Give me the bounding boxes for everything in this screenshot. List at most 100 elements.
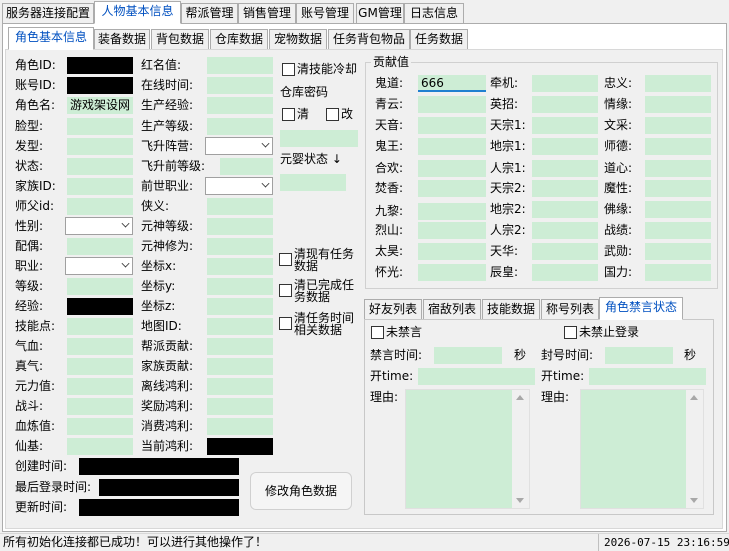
clear-task-time-checkbox[interactable] bbox=[279, 317, 292, 330]
subtab-pet[interactable]: 宠物数据 bbox=[269, 29, 327, 50]
yuanshen-cultivation-field[interactable] bbox=[207, 238, 273, 255]
clear-warehouse-pwd-checkbox[interactable] bbox=[282, 108, 295, 121]
renzong1-field[interactable] bbox=[532, 160, 598, 177]
family-id-field[interactable] bbox=[67, 178, 133, 195]
mute-reason-textarea[interactable] bbox=[405, 389, 530, 509]
subtab-task-data[interactable]: 任务数据 bbox=[410, 29, 468, 50]
mp-field[interactable] bbox=[67, 358, 133, 375]
ascend-faction-select[interactable] bbox=[205, 137, 273, 155]
dizong2-field[interactable] bbox=[532, 201, 598, 218]
craft-exp-field[interactable] bbox=[207, 97, 273, 114]
fenxiang-field[interactable] bbox=[418, 180, 486, 197]
role-id-field[interactable] bbox=[67, 57, 133, 74]
state-field[interactable] bbox=[67, 158, 133, 175]
coord-x-field[interactable] bbox=[207, 258, 273, 275]
yuanshen-level-field[interactable] bbox=[207, 218, 273, 235]
updated-time-field[interactable] bbox=[79, 499, 239, 516]
wencai-field[interactable] bbox=[645, 117, 711, 134]
spouse-field[interactable] bbox=[67, 238, 133, 255]
scroll-down-icon[interactable] bbox=[690, 498, 698, 503]
master-id-field[interactable] bbox=[67, 198, 133, 215]
prev-job-select[interactable] bbox=[205, 177, 273, 195]
hehuan-field[interactable] bbox=[418, 160, 486, 177]
tab-log[interactable]: 日志信息 bbox=[404, 3, 464, 24]
no-mute-checkbox[interactable] bbox=[371, 326, 384, 339]
role-name-field[interactable]: 游戏架设网 bbox=[67, 97, 133, 114]
wuxun-field[interactable] bbox=[645, 243, 711, 260]
scroll-up-icon[interactable] bbox=[690, 395, 698, 400]
mute-time-field[interactable] bbox=[434, 347, 502, 364]
job-select[interactable] bbox=[65, 257, 133, 275]
family-contrib-field[interactable] bbox=[207, 358, 273, 375]
tab-enemies[interactable]: 宿敌列表 bbox=[423, 299, 481, 320]
tianhua-field[interactable] bbox=[532, 243, 598, 260]
subtab-equipment[interactable]: 装备数据 bbox=[94, 29, 150, 50]
scrollbar[interactable] bbox=[512, 390, 529, 508]
lieshan-field[interactable] bbox=[418, 222, 486, 239]
dizong1-field[interactable] bbox=[532, 138, 598, 155]
clear-current-tasks-checkbox[interactable] bbox=[279, 253, 292, 266]
last-login-field[interactable] bbox=[99, 479, 239, 496]
online-time-field[interactable] bbox=[207, 77, 273, 94]
offline-bonus-field[interactable] bbox=[207, 378, 273, 395]
reward-bonus-field[interactable] bbox=[207, 398, 273, 415]
skill-points-field[interactable] bbox=[67, 318, 133, 335]
current-bonus-field[interactable] bbox=[207, 438, 273, 455]
yuanying-state-field[interactable] bbox=[280, 174, 346, 191]
map-id-field[interactable] bbox=[207, 318, 273, 335]
consume-bonus-field[interactable] bbox=[207, 418, 273, 435]
yingzhao-field[interactable] bbox=[532, 96, 598, 113]
exp-field[interactable] bbox=[67, 298, 133, 315]
pre-ascend-level-field[interactable] bbox=[220, 158, 273, 175]
guiwang-field[interactable] bbox=[418, 138, 486, 155]
jiuli-field[interactable] bbox=[418, 203, 486, 220]
scroll-up-icon[interactable] bbox=[516, 395, 524, 400]
zhongyi-field[interactable] bbox=[645, 75, 711, 92]
subtab-task-bag[interactable]: 任务背包物品 bbox=[328, 29, 410, 50]
tab-titles[interactable]: 称号列表 bbox=[541, 299, 599, 320]
foyuan-field[interactable] bbox=[645, 201, 711, 218]
tab-character-info[interactable]: 人物基本信息 bbox=[94, 1, 181, 24]
xianji-field[interactable] bbox=[67, 438, 133, 455]
login-ban-time-field[interactable] bbox=[605, 347, 673, 364]
tab-server-config[interactable]: 服务器连接配置 bbox=[2, 3, 94, 24]
account-id-field[interactable] bbox=[67, 77, 133, 94]
guild-contrib-field[interactable] bbox=[207, 338, 273, 355]
chenhuang-field[interactable] bbox=[532, 264, 598, 281]
tab-ban-status[interactable]: 角色禁言状态 bbox=[599, 297, 683, 320]
taihao-field[interactable] bbox=[418, 243, 486, 260]
huaiguang-field[interactable] bbox=[418, 264, 486, 281]
qingyun-field[interactable] bbox=[418, 96, 486, 113]
renzong2-field[interactable] bbox=[532, 222, 598, 239]
subtab-basic-info[interactable]: 角色基本信息 bbox=[8, 27, 94, 50]
coord-y-field[interactable] bbox=[207, 278, 273, 295]
guoli-field[interactable] bbox=[645, 264, 711, 281]
red-name-field[interactable] bbox=[207, 57, 273, 74]
yuanli-field[interactable] bbox=[67, 378, 133, 395]
subtab-bag[interactable]: 背包数据 bbox=[151, 29, 209, 50]
tab-friends[interactable]: 好友列表 bbox=[364, 299, 422, 320]
no-login-ban-checkbox[interactable] bbox=[564, 326, 577, 339]
ban-open-time-field[interactable] bbox=[589, 368, 706, 385]
combat-field[interactable] bbox=[67, 398, 133, 415]
tab-gm[interactable]: GM管理 bbox=[356, 3, 404, 24]
hair-field[interactable] bbox=[67, 138, 133, 155]
subtab-warehouse[interactable]: 仓库数据 bbox=[210, 29, 268, 50]
tab-account[interactable]: 账号管理 bbox=[296, 3, 354, 24]
scroll-down-icon[interactable] bbox=[516, 498, 524, 503]
clear-skill-cd-checkbox[interactable] bbox=[282, 63, 295, 76]
daoxin-field[interactable] bbox=[645, 160, 711, 177]
tab-sales[interactable]: 销售管理 bbox=[238, 3, 296, 24]
zhanji-field[interactable] bbox=[645, 222, 711, 239]
moxing-field[interactable] bbox=[645, 180, 711, 197]
face-field[interactable] bbox=[67, 118, 133, 135]
modify-role-button[interactable]: 修改角色数据 bbox=[250, 472, 352, 510]
tab-guild[interactable]: 帮派管理 bbox=[181, 3, 238, 24]
change-warehouse-pwd-checkbox[interactable] bbox=[326, 108, 339, 121]
craft-level-field[interactable] bbox=[207, 118, 273, 135]
guidao-field[interactable]: 666 bbox=[418, 75, 486, 92]
shide-field[interactable] bbox=[645, 138, 711, 155]
qianji-field[interactable] bbox=[532, 75, 598, 92]
ban-reason-textarea[interactable] bbox=[580, 389, 704, 509]
qingyuan-field[interactable] bbox=[645, 96, 711, 113]
